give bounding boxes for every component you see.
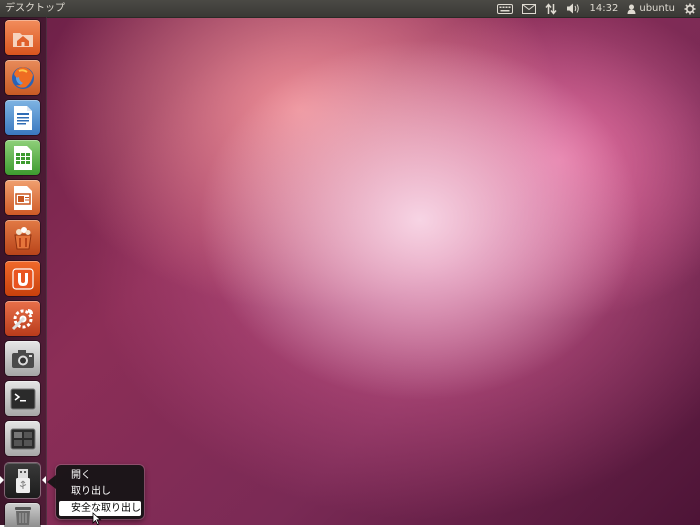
indicator-area: 14:32 ubuntu	[496, 0, 696, 17]
libreoffice-calc-icon	[13, 145, 32, 170]
desktop-background[interactable]	[0, 0, 700, 525]
home-folder-icon	[12, 32, 33, 47]
quicklist-item-open[interactable]: 開く	[71, 468, 91, 483]
launcher	[0, 17, 47, 527]
mouse-cursor-icon	[92, 512, 102, 525]
terminal-icon	[10, 388, 35, 409]
launcher-item-screenshot[interactable]	[5, 341, 40, 376]
launcher-item-workspace-switcher[interactable]	[5, 421, 40, 456]
launcher-item-software-center[interactable]	[5, 220, 40, 255]
running-indicator	[0, 476, 4, 484]
launcher-item-firefox[interactable]	[5, 60, 40, 95]
workspace-switcher-icon	[10, 428, 35, 449]
window-title: デスクトップ	[5, 3, 65, 14]
system-settings-icon	[11, 308, 33, 330]
launcher-item-writer[interactable]	[5, 100, 40, 135]
launcher-item-impress[interactable]	[5, 180, 40, 215]
trash-icon	[14, 507, 31, 525]
user-name: ubuntu	[639, 3, 675, 14]
launcher-item-system-settings[interactable]	[5, 301, 40, 336]
software-center-icon	[13, 226, 32, 249]
mail-icon[interactable]	[521, 0, 536, 17]
top-panel: デスクトップ 14:32 ubuntu	[0, 0, 700, 18]
launcher-item-ubuntu-one[interactable]	[5, 261, 40, 296]
network-icon[interactable]	[544, 0, 557, 17]
launcher-item-terminal[interactable]	[5, 381, 40, 416]
launcher-item-calc[interactable]	[5, 140, 40, 175]
launcher-item-trash[interactable]	[5, 503, 40, 527]
camera-icon	[11, 349, 34, 368]
launcher-item-home-folder[interactable]	[5, 20, 40, 55]
focused-indicator	[42, 476, 46, 484]
libreoffice-writer-icon	[13, 105, 32, 130]
usb-drive-icon	[15, 468, 30, 493]
firefox-icon	[11, 66, 34, 89]
clock[interactable]: 14:32	[590, 0, 619, 17]
user-icon	[627, 4, 636, 14]
libreoffice-impress-icon	[13, 185, 32, 210]
ubuntu-one-icon	[11, 267, 34, 290]
session-gear-icon[interactable]	[684, 0, 696, 17]
keyboard-icon[interactable]	[496, 0, 513, 17]
quicklist-item-eject[interactable]: 取り出し	[71, 484, 111, 499]
usb-quicklist-menu: 開く 取り出し 安全な取り出し	[47, 465, 144, 519]
user-menu[interactable]: ubuntu	[627, 0, 675, 17]
volume-icon[interactable]	[566, 0, 581, 17]
launcher-item-usb-drive[interactable]	[5, 463, 40, 498]
